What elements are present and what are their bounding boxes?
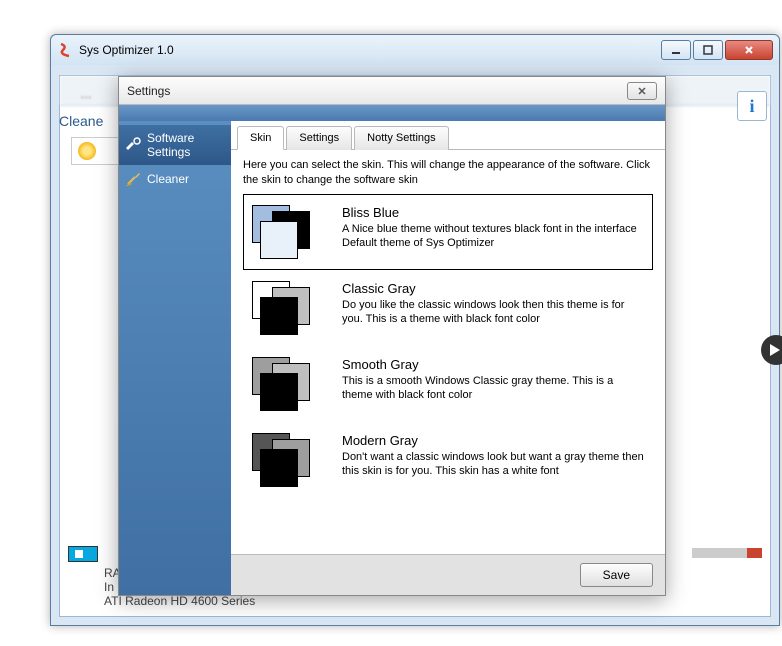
monitor-icon [68,546,98,562]
skin-desc: A Nice blue theme without textures black… [342,222,644,251]
broom-icon [125,171,141,187]
sidebar-item-label: Software Settings [147,131,225,159]
skin-name: Modern Gray [342,433,644,448]
skin-description: Here you can select the skin. This will … [231,150,665,194]
skin-name: Bliss Blue [342,205,644,220]
cleaner-heading: Cleane [59,113,103,129]
close-button[interactable] [725,40,773,60]
skin-text: Classic Gray Do you like the classic wind… [342,281,644,335]
main-window-title: Sys Optimizer 1.0 [79,43,659,57]
footer-gpu: ATI Radeon HD 4600 Series [68,594,762,608]
skin-text: Smooth Gray This is a smooth Windows Clas… [342,357,644,411]
skin-name: Classic Gray [342,281,644,296]
sun-icon [78,142,96,160]
skin-thumbnail [252,281,324,335]
skin-text: Bliss Blue A Nice blue theme without text… [342,205,644,259]
tab-notty-settings[interactable]: Notty Settings [354,126,448,150]
main-titlebar: Sys Optimizer 1.0 [51,35,779,65]
skin-desc: This is a smooth Windows Classic gray th… [342,374,644,403]
skin-list: Bliss Blue A Nice blue theme without text… [231,194,665,554]
skin-desc: Don't want a classic windows look but wa… [342,450,644,479]
minimize-button[interactable] [661,40,691,60]
tools-icon [125,137,141,153]
save-button[interactable]: Save [580,563,653,587]
maximize-button[interactable] [693,40,723,60]
sidebar-item-cleaner[interactable]: Cleaner [119,165,231,193]
skin-option-bliss-blue[interactable]: Bliss Blue A Nice blue theme without text… [243,194,653,270]
skin-thumbnail [252,357,324,411]
info-button[interactable]: i [737,91,767,121]
settings-sidebar: Software Settings Cleaner [119,121,231,595]
skin-thumbnail [252,205,324,259]
skin-desc: Do you like the classic windows look the… [342,298,644,327]
settings-dialog-title: Settings [127,84,627,98]
app-logo-icon [57,42,73,58]
sidebar-item-software-settings[interactable]: Software Settings [119,125,231,165]
settings-body: Software Settings Cleaner SkinSettingsNot… [119,121,665,595]
skin-thumbnail: A [252,433,324,487]
tab-settings[interactable]: Settings [286,126,352,150]
sidebar-item-label: Cleaner [147,172,189,186]
settings-footer: Save [231,554,665,595]
settings-close-button[interactable] [627,82,657,100]
settings-header-band [119,105,665,121]
skin-option-classic-gray[interactable]: Classic Gray Do you like the classic wind… [243,270,653,346]
usage-bar [692,548,762,558]
settings-tabs: SkinSettingsNotty Settings [231,121,665,150]
skin-text: Modern Gray Don't want a classic windows … [342,433,644,487]
settings-dialog: Settings Software SettingsCleaner SkinSe… [118,76,666,596]
settings-content: SkinSettingsNotty Settings Here you can … [231,121,665,595]
settings-titlebar: Settings [119,77,665,105]
skin-option-modern-gray[interactable]: A Modern Gray Don't want a classic windows… [243,422,653,498]
skin-option-smooth-gray[interactable]: Smooth Gray This is a smooth Windows Clas… [243,346,653,422]
skin-name: Smooth Gray [342,357,644,372]
tab-skin[interactable]: Skin [237,126,284,150]
